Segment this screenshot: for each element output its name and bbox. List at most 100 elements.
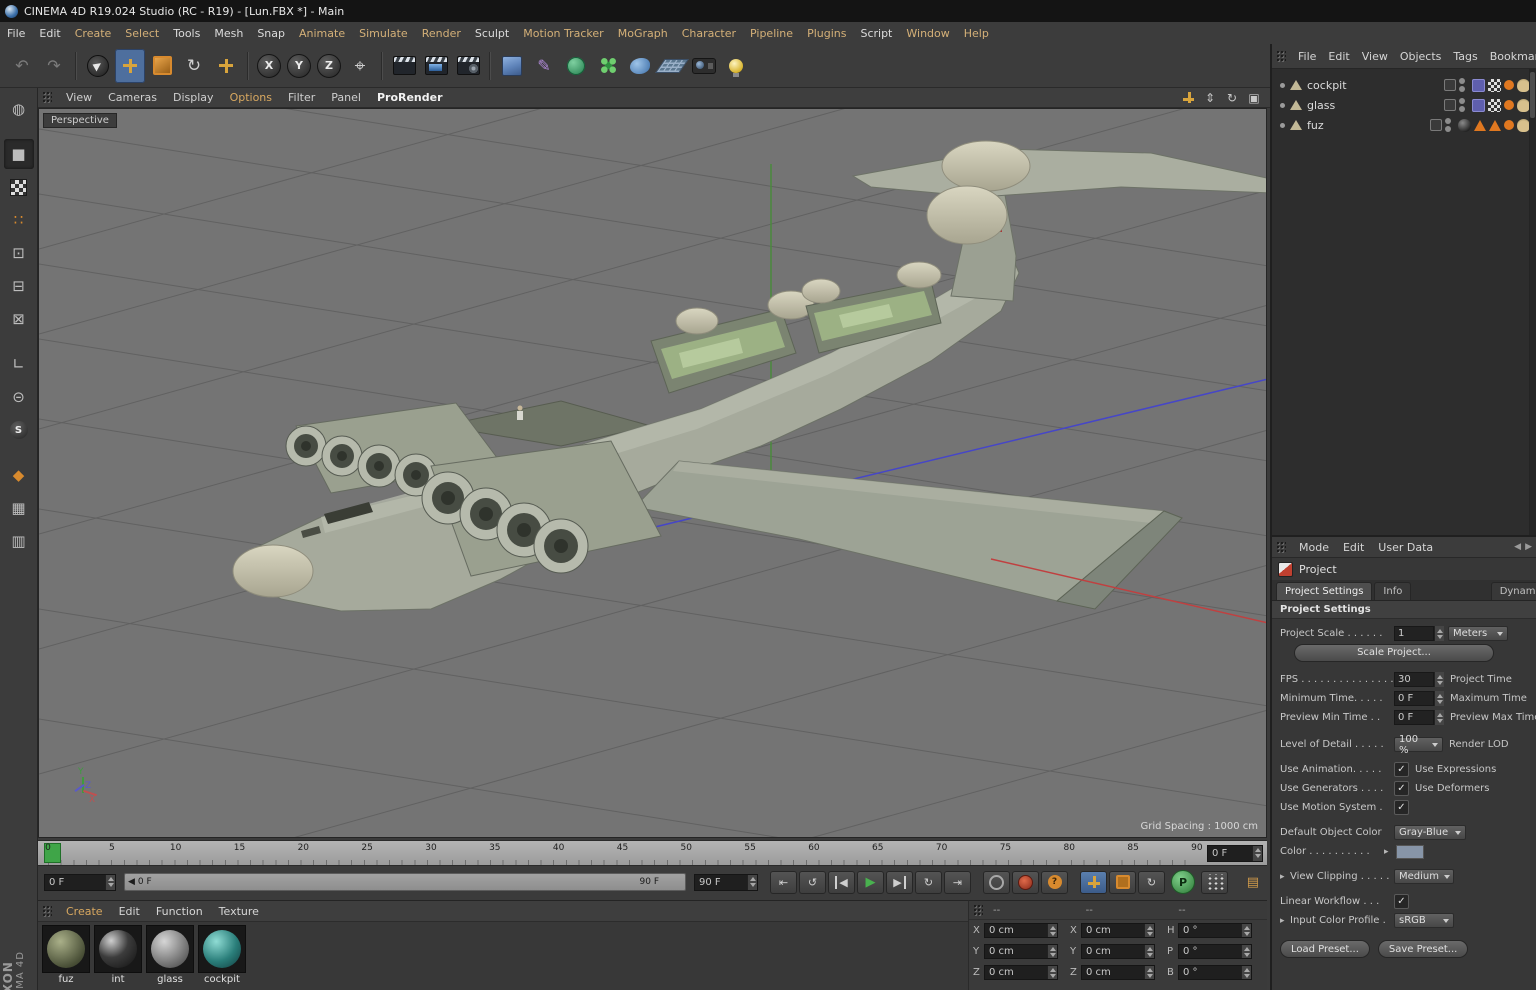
make-editable-button[interactable]: ◍ — [4, 94, 34, 124]
render-view-button[interactable] — [389, 49, 419, 83]
om-menu-file[interactable]: File — [1292, 50, 1322, 63]
spinner[interactable] — [747, 874, 757, 890]
om-scrollbar[interactable] — [1529, 69, 1536, 536]
layer-icon[interactable] — [1430, 119, 1442, 131]
key-rotation-button[interactable]: ↻ — [1138, 870, 1165, 894]
add-light-button[interactable] — [721, 49, 751, 83]
object-row-fuz[interactable]: fuz — [1272, 115, 1536, 135]
material-item-glass[interactable]: glass — [146, 925, 194, 985]
menu-simulate[interactable]: Simulate — [352, 27, 415, 40]
expand-dot-icon[interactable] — [1280, 102, 1285, 108]
view-clipping-dropdown[interactable]: Medium — [1394, 869, 1454, 884]
y-axis-lock-button[interactable]: Y — [287, 53, 311, 78]
volume-button[interactable] — [625, 49, 655, 83]
spinner[interactable] — [1434, 672, 1444, 687]
current-frame-field[interactable]: 0 F — [44, 873, 116, 891]
rotate-tool-button[interactable]: ↻ — [179, 49, 209, 83]
spinner[interactable] — [1434, 626, 1444, 641]
next-key-button[interactable]: ↻ — [915, 870, 942, 894]
keying-settings-button[interactable]: ? — [1041, 870, 1068, 894]
visibility-dots[interactable] — [1459, 78, 1465, 92]
spinner[interactable] — [105, 874, 115, 890]
mat-menu-texture[interactable]: Texture — [211, 905, 267, 918]
panel-grip[interactable] — [973, 903, 983, 917]
coord-z-size-field[interactable]: 0 cm — [1081, 965, 1155, 980]
record-button[interactable] — [983, 870, 1010, 894]
selection-tag-icon[interactable] — [1474, 119, 1486, 131]
coord-b-rotation-field[interactable]: 0 ° — [1178, 965, 1252, 980]
save-preset-button[interactable]: Save Preset... — [1377, 940, 1469, 958]
expand-arrow-icon[interactable]: ▸ — [1384, 847, 1394, 857]
previous-frame-button[interactable]: ◀ — [828, 870, 855, 894]
points-mode-button[interactable]: ⊡ — [4, 238, 34, 268]
coord-x-size-field[interactable]: 0 cm — [1081, 923, 1155, 938]
scale-project-button[interactable]: Scale Project... — [1294, 643, 1494, 662]
color-swatch[interactable] — [1396, 844, 1424, 859]
subdivision-surface-button[interactable] — [561, 49, 591, 83]
polygons-mode-button[interactable]: ⊠ — [4, 304, 34, 334]
menu-select[interactable]: Select — [118, 27, 166, 40]
material-tag-icon[interactable] — [1458, 118, 1471, 132]
rotate-view-icon[interactable]: ↻ — [1224, 90, 1240, 106]
paint-setup-button[interactable]: ◆ — [4, 460, 34, 490]
coordinate-system-button[interactable]: ⌖ — [345, 49, 375, 83]
timeline-slider[interactable]: ◀ 0 F 90 F — [124, 873, 686, 891]
panel-grip[interactable] — [42, 904, 52, 918]
model-mode-button[interactable]: ■ — [3, 139, 34, 169]
coord-p-rotation-field[interactable]: 0 ° — [1178, 944, 1252, 959]
om-menu-objects[interactable]: Objects — [1394, 50, 1448, 63]
vp-menu-filter[interactable]: Filter — [280, 91, 323, 104]
texture-tag-icon[interactable] — [1488, 98, 1501, 112]
workplane-mode-button[interactable]: ∷ — [4, 205, 34, 235]
vp-menu-panel[interactable]: Panel — [323, 91, 369, 104]
menu-tools[interactable]: Tools — [166, 27, 207, 40]
maximize-view-icon[interactable]: ▣ — [1246, 90, 1262, 106]
goto-start-button[interactable]: ⇤ — [770, 870, 797, 894]
panel-grip[interactable] — [42, 91, 52, 104]
undo-button[interactable]: ↶ — [7, 49, 37, 83]
project-scale-field[interactable]: 1 — [1394, 626, 1444, 641]
preview-min-time-field[interactable]: 0 F — [1394, 710, 1444, 725]
tab-project-settings[interactable]: Project Settings — [1276, 582, 1373, 600]
menu-character[interactable]: Character — [675, 27, 743, 40]
visibility-dots[interactable] — [1445, 118, 1451, 132]
autokey-button[interactable] — [1012, 870, 1039, 894]
coord-z-position-field[interactable]: 0 cm — [984, 965, 1058, 980]
am-menu-mode[interactable]: Mode — [1292, 541, 1336, 554]
spinner[interactable] — [1252, 845, 1262, 861]
vp-menu-options[interactable]: Options — [222, 91, 280, 104]
phong-tag-icon[interactable] — [1504, 100, 1514, 110]
use-motion-system-checkbox[interactable]: ✓ — [1394, 800, 1409, 815]
menu-help[interactable]: Help — [957, 27, 996, 40]
add-spline-button[interactable]: ✎ — [529, 49, 559, 83]
material-item-cockpit[interactable]: cockpit — [198, 925, 246, 985]
coord-header-size[interactable]: -- — [1082, 905, 1175, 916]
spinner[interactable] — [1434, 691, 1444, 706]
material-item-fuz[interactable]: fuz — [42, 925, 90, 985]
menu-file[interactable]: File — [0, 27, 32, 40]
axis-lock-button[interactable]: ⊝ — [4, 382, 34, 412]
edges-mode-button[interactable]: ⊟ — [4, 271, 34, 301]
zoom-view-icon[interactable]: ⇕ — [1202, 90, 1218, 106]
material-item-int[interactable]: int — [94, 925, 142, 985]
last-tool-button[interactable] — [211, 49, 241, 83]
menu-sculpt[interactable]: Sculpt — [468, 27, 516, 40]
timeline-panel-icon[interactable]: ▤ — [1247, 875, 1259, 890]
render-settings-button[interactable] — [453, 49, 483, 83]
coord-y-size-field[interactable]: 0 cm — [1081, 944, 1155, 959]
key-scale-button[interactable] — [1109, 870, 1136, 894]
history-back-icon[interactable]: ◀ — [1514, 542, 1521, 552]
viewport-label[interactable]: Perspective — [43, 113, 117, 128]
layer-icon[interactable] — [1444, 79, 1456, 91]
move-tool-button[interactable] — [115, 48, 145, 83]
texture-tag-icon[interactable] — [1488, 78, 1501, 92]
render-picture-viewer-button[interactable] — [421, 49, 451, 83]
menu-motion-tracker[interactable]: Motion Tracker — [516, 27, 610, 40]
coord-y-position-field[interactable]: 0 cm — [984, 944, 1058, 959]
locked-workplane-button[interactable]: ▦ — [4, 493, 34, 523]
project-scale-unit-dropdown[interactable]: Meters — [1448, 626, 1508, 641]
om-menu-view[interactable]: View — [1356, 50, 1394, 63]
phong-tag-icon[interactable] — [1504, 120, 1514, 130]
add-cube-button[interactable] — [497, 49, 527, 83]
uvw-tag-icon[interactable] — [1472, 98, 1485, 112]
